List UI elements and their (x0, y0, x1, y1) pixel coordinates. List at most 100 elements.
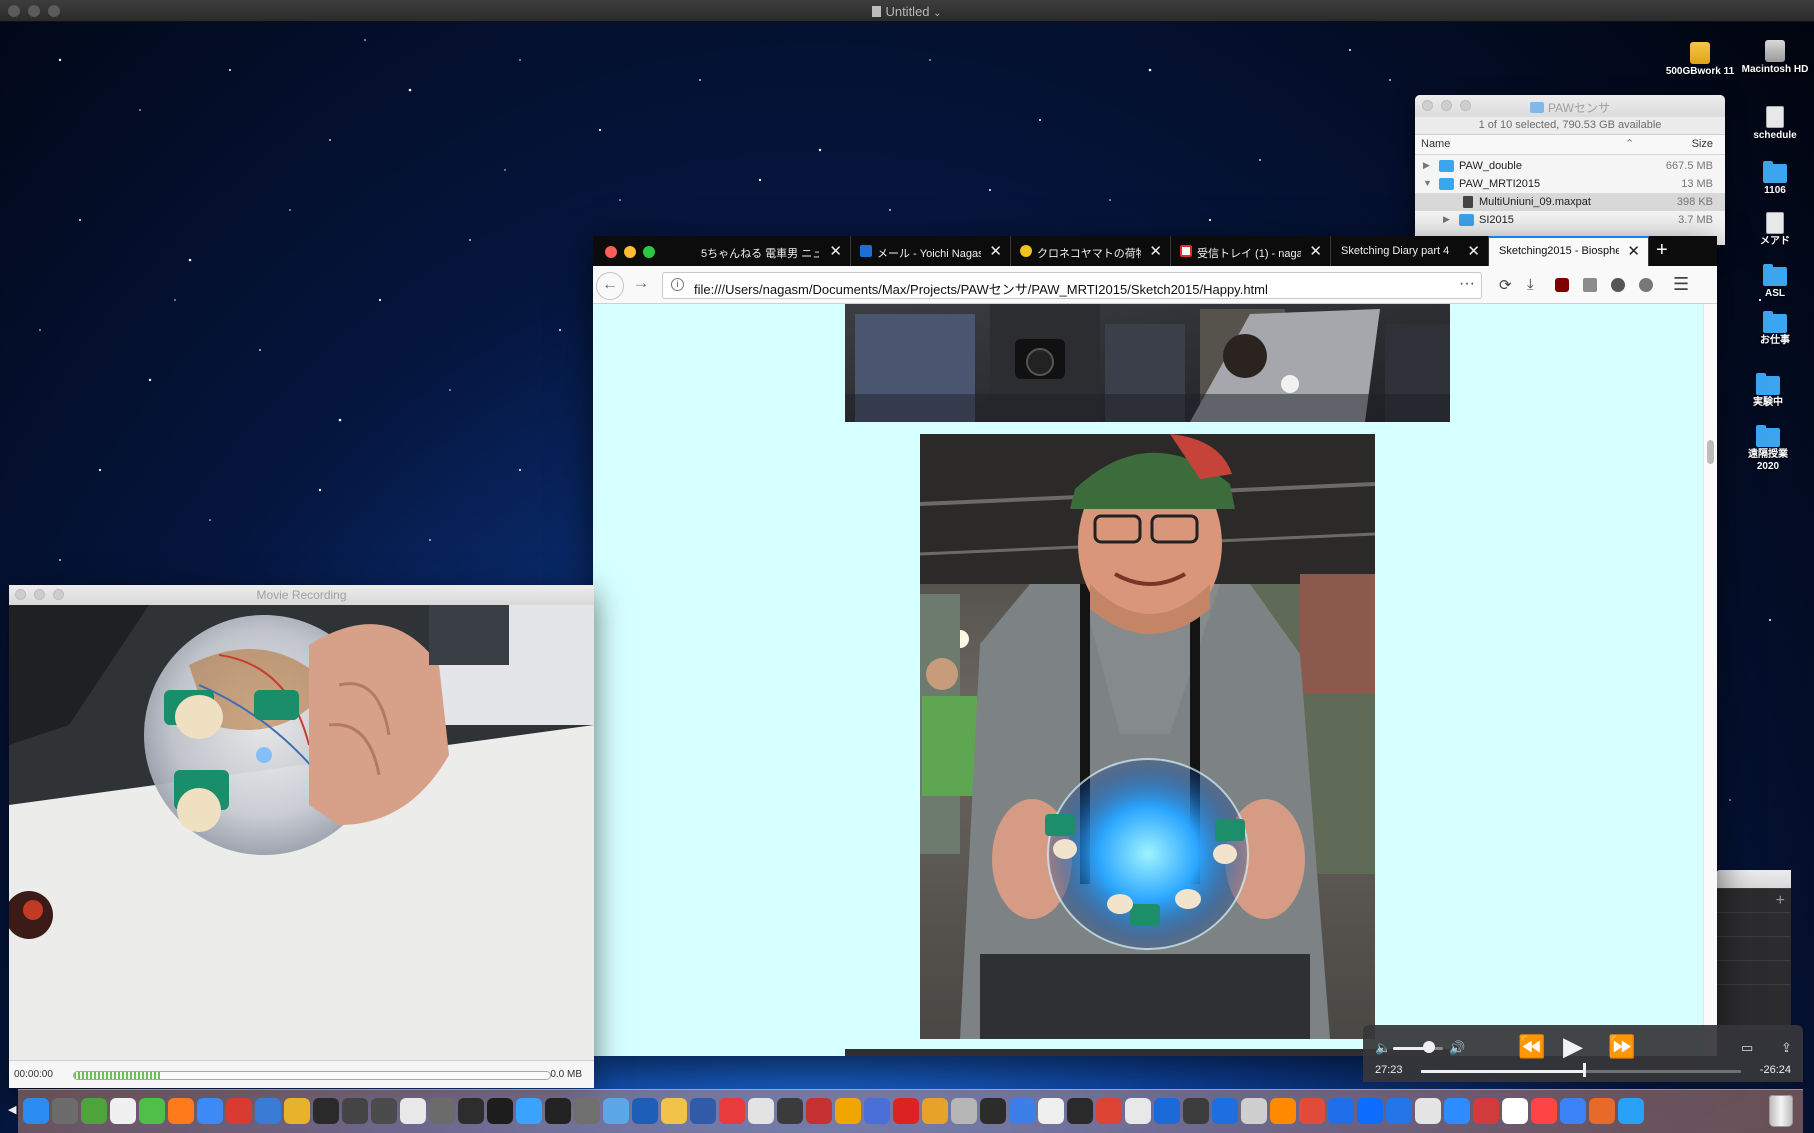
dock-app-icon[interactable] (457, 1094, 485, 1127)
menu-icon[interactable]: ☰ (1673, 274, 1689, 295)
dock-app-icon[interactable] (486, 1094, 514, 1127)
zoom-button[interactable] (643, 246, 655, 258)
dock-app-icon[interactable] (312, 1094, 340, 1127)
disclosure-triangle-icon[interactable]: ▶ (1443, 214, 1450, 225)
dock-app-icon[interactable] (834, 1094, 862, 1127)
disclosure-triangle-icon[interactable]: ▼ (1423, 178, 1432, 188)
dock-app-icon[interactable] (1443, 1094, 1471, 1127)
dock-app-icon[interactable] (1066, 1094, 1094, 1127)
dock-app-icon[interactable] (1617, 1094, 1645, 1127)
document-title[interactable]: Untitled ⌄ (0, 4, 1814, 19)
dock-app-icon[interactable] (428, 1094, 456, 1127)
finder-row[interactable]: ▶ SI2015 3.7 MB (1415, 211, 1725, 229)
close-button[interactable] (15, 589, 26, 600)
extension-icon[interactable] (1611, 278, 1625, 292)
desktop-icon-asl[interactable]: ASL (1733, 264, 1814, 300)
dock-app-icon[interactable] (341, 1094, 369, 1127)
dock-app-icon[interactable] (1153, 1094, 1181, 1127)
dock-app-icon[interactable] (283, 1094, 311, 1127)
dock-app-icon[interactable] (863, 1094, 891, 1127)
ublock-icon[interactable] (1555, 278, 1569, 292)
dock-app-icon[interactable] (544, 1094, 572, 1127)
dock-app-icon[interactable] (51, 1094, 79, 1127)
tab-sketching-diary[interactable]: Sketching Diary part 4 ✕ (1331, 236, 1489, 266)
dock-app-icon[interactable] (167, 1094, 195, 1127)
zoom-button[interactable] (53, 589, 64, 600)
dock-app-icon[interactable] (1559, 1094, 1587, 1127)
dock-app-icon[interactable] (1414, 1094, 1442, 1127)
page-actions-icon[interactable]: ··· (1459, 275, 1475, 293)
close-tab-icon[interactable]: ✕ (829, 242, 842, 260)
volume-knob[interactable] (1423, 1041, 1435, 1053)
finder-row[interactable]: ▼ PAW_MRTI2015 13 MB (1415, 175, 1725, 193)
back-button[interactable]: ← (596, 272, 624, 300)
extension-icon[interactable] (1639, 278, 1653, 292)
tab-gmail-inbox[interactable]: 受信トレイ (1) - nagas ✕ (1171, 236, 1331, 266)
url-text[interactable]: file:///Users/nagasm/Documents/Max/Proje… (694, 279, 1268, 298)
dock-app-icon[interactable] (254, 1094, 282, 1127)
desktop-icon-1106[interactable]: 1106 (1733, 161, 1814, 197)
dock-app-icon[interactable] (921, 1094, 949, 1127)
close-tab-icon[interactable]: ✕ (1627, 242, 1640, 260)
desktop-icon-enkaku-jugyo[interactable]: 遠隔授業2020 (1726, 425, 1810, 473)
close-tab-icon[interactable]: ✕ (1309, 242, 1322, 260)
dock-app-icon[interactable] (1008, 1094, 1036, 1127)
play-button[interactable]: ▶ (1563, 1031, 1583, 1062)
playback-progress[interactable] (1421, 1070, 1741, 1073)
dock-app-icon[interactable] (1356, 1094, 1384, 1127)
close-button[interactable] (1422, 100, 1433, 111)
desktop-icon-oshigoto[interactable]: お仕事 (1733, 311, 1814, 347)
url-bar[interactable]: i file:///Users/nagasm/Documents/Max/Pro… (662, 272, 1482, 299)
dock-app-icon[interactable] (196, 1094, 224, 1127)
desktop-icon-500gbwork[interactable]: 500GBwork 11 (1658, 42, 1742, 78)
minimize-button[interactable] (1441, 100, 1452, 111)
extension-icon[interactable] (1583, 278, 1597, 292)
dock-app-icon[interactable] (892, 1094, 920, 1127)
dock-app-icon[interactable] (1124, 1094, 1152, 1127)
reload-icon[interactable]: ⟳ (1499, 276, 1512, 294)
finder-row-selected[interactable]: MultiUniuni_09.maxpat 398 KB (1415, 193, 1725, 211)
dock-app-icon[interactable] (950, 1094, 978, 1127)
dock-app-icon[interactable] (1269, 1094, 1297, 1127)
dock-app-icon[interactable] (1327, 1094, 1355, 1127)
dock-app-icon[interactable] (1095, 1094, 1123, 1127)
close-tab-icon[interactable]: ✕ (1149, 242, 1162, 260)
dock-app-icon[interactable] (1182, 1094, 1210, 1127)
info-icon[interactable]: i (671, 278, 684, 291)
dock-app-icon[interactable] (109, 1094, 137, 1127)
airplay-icon[interactable]: ▭ (1741, 1040, 1753, 1056)
tab-5ch[interactable]: 5ちゃんねる 電車男 ニュース ✕ (691, 236, 851, 266)
dock-app-icon[interactable] (573, 1094, 601, 1127)
desktop-icon-schedule[interactable]: schedule (1733, 106, 1814, 142)
minimize-button[interactable] (34, 589, 45, 600)
new-tab-button[interactable]: + (1656, 239, 1668, 262)
share-icon[interactable]: ⇪ (1781, 1040, 1792, 1056)
add-icon[interactable]: + (1776, 892, 1785, 910)
dock-app-icon[interactable] (718, 1094, 746, 1127)
dock-app-icon[interactable] (1588, 1094, 1616, 1127)
column-size[interactable]: Size (1692, 138, 1713, 150)
playhead[interactable] (1583, 1063, 1587, 1077)
tab-outlook-mail[interactable]: メール - Yoichi Nagas ✕ (851, 236, 1011, 266)
desktop-icon-meado[interactable]: メアド (1733, 212, 1814, 248)
trash-icon[interactable] (1769, 1095, 1793, 1127)
rewind-button[interactable]: ⏪ (1518, 1034, 1545, 1060)
close-tab-icon[interactable]: ✕ (1467, 242, 1480, 260)
tab-sketching2015-active[interactable]: Sketching2015 - Biosphe ✕ (1489, 236, 1649, 266)
fast-forward-button[interactable]: ⏩ (1608, 1034, 1635, 1060)
dock-app-icon[interactable] (515, 1094, 543, 1127)
dock-app-icon[interactable] (80, 1094, 108, 1127)
dock-app-icon[interactable] (979, 1094, 1007, 1127)
dock-app-icon[interactable] (1385, 1094, 1413, 1127)
minimize-button[interactable] (624, 246, 636, 258)
close-button[interactable] (605, 246, 617, 258)
dock-app-icon[interactable] (1501, 1094, 1529, 1127)
download-icon[interactable]: ⤓ (1527, 276, 1534, 293)
dock-app-icon[interactable] (1472, 1094, 1500, 1127)
dock-app-icon[interactable] (1530, 1094, 1558, 1127)
dock-app-icon[interactable] (602, 1094, 630, 1127)
dock-app-icon[interactable] (22, 1094, 50, 1127)
dock-app-icon[interactable] (805, 1094, 833, 1127)
dock-app-icon[interactable] (225, 1094, 253, 1127)
dock-app-icon[interactable] (660, 1094, 688, 1127)
